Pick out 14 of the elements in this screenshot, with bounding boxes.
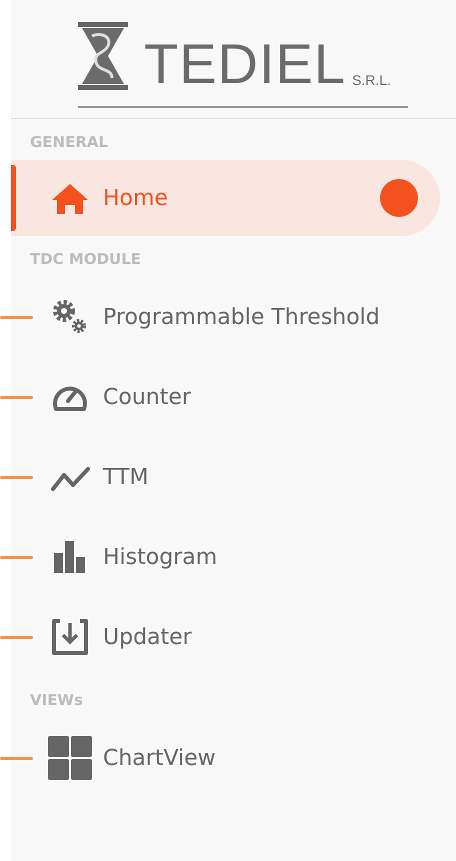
logo-name: TEDIEL	[144, 38, 346, 90]
logo-suffix: S.R.L.	[352, 72, 391, 88]
menu-item[interactable]: Updater	[11, 597, 440, 677]
grid-icon	[48, 736, 92, 780]
menu-item[interactable]: Counter	[11, 357, 440, 437]
hourglass-logo-icon	[78, 22, 128, 90]
menu-item[interactable]: Histogram	[11, 517, 440, 597]
menu-item[interactable]: ChartView	[11, 718, 440, 798]
menu-item[interactable]: Home	[11, 160, 440, 236]
section-label: TDC MODULE	[29, 249, 142, 270]
menu-item[interactable]: TTM	[11, 437, 440, 517]
section-label: VIEWs	[29, 690, 84, 711]
menu-item[interactable]: Programmable Threshold	[11, 277, 440, 357]
section-label: GENERAL	[29, 132, 110, 153]
